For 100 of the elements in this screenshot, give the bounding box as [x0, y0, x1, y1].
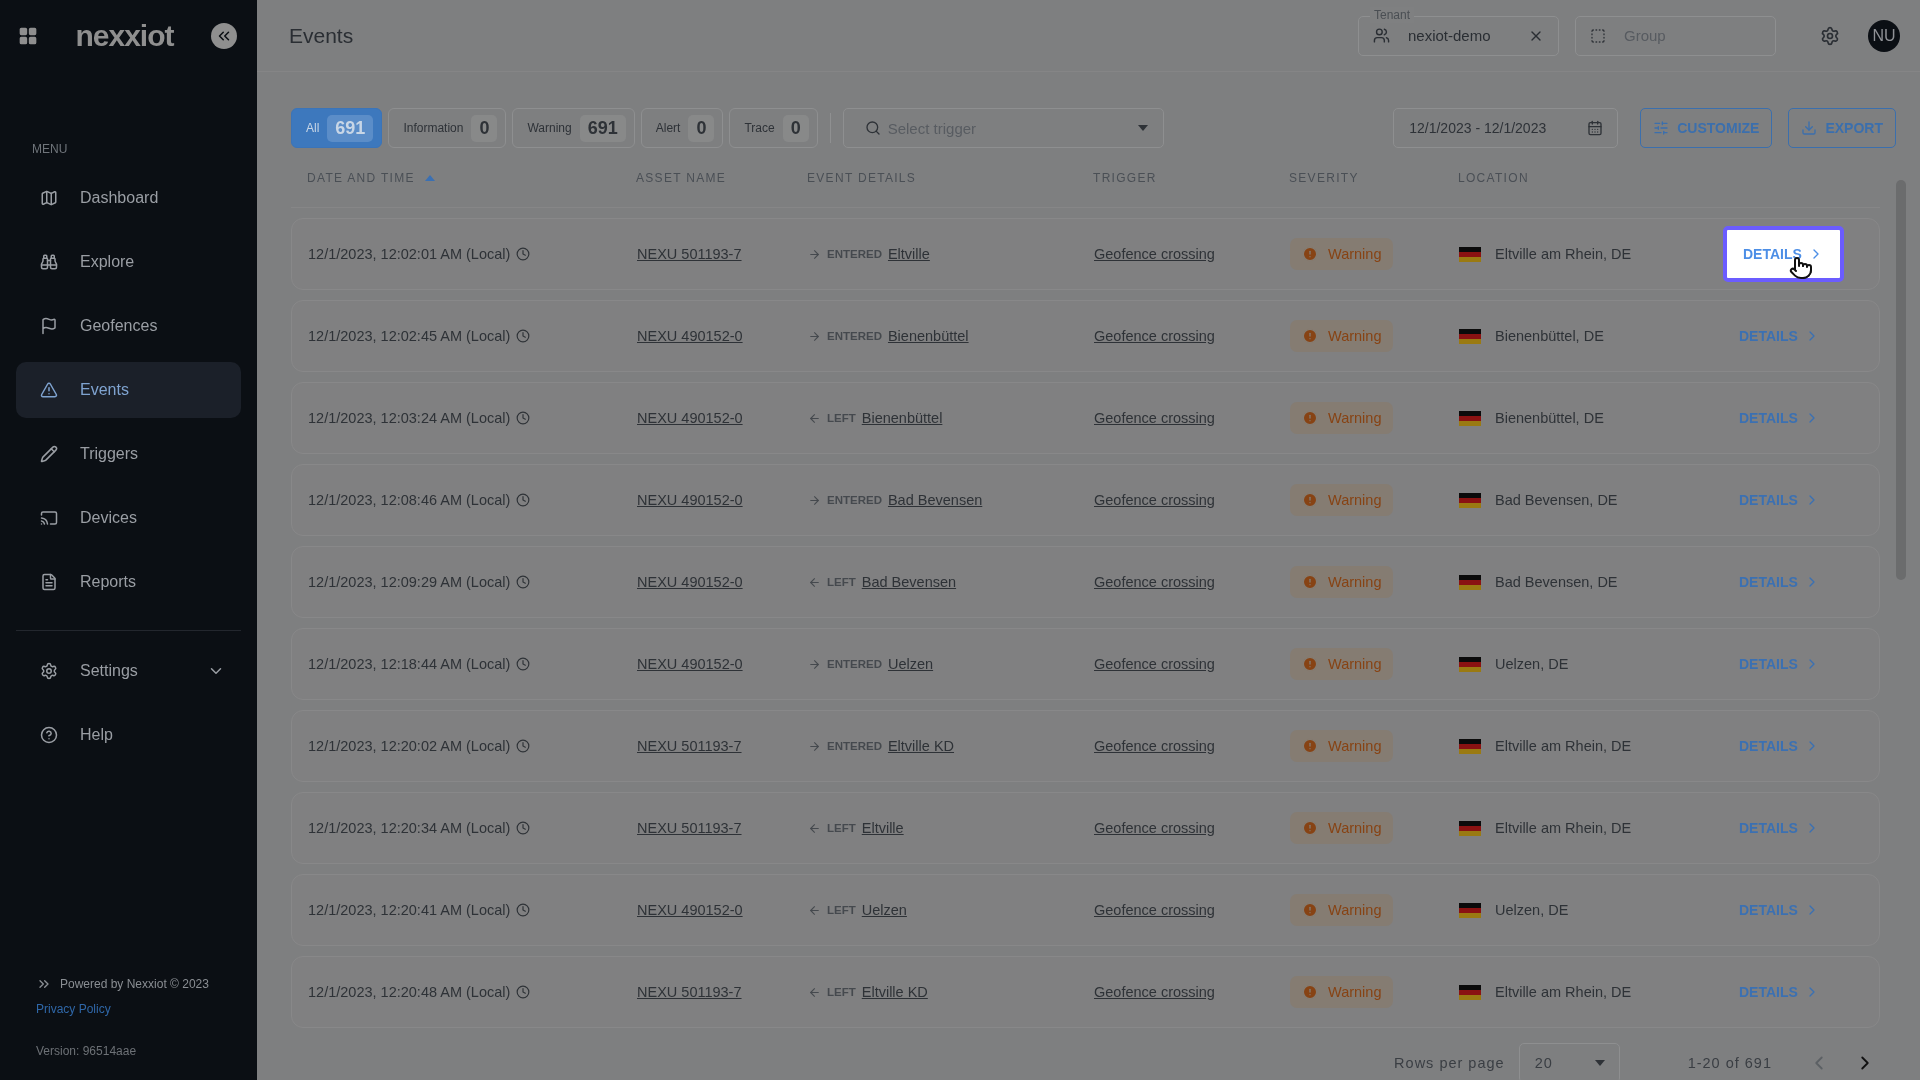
- trigger-link[interactable]: Geofence crossing: [1094, 246, 1215, 262]
- privacy-policy-link[interactable]: Privacy Policy: [36, 1002, 241, 1016]
- nav-item[interactable]: Geofences: [16, 298, 241, 354]
- details-button[interactable]: DETAILS: [1723, 226, 1844, 282]
- asset-link[interactable]: NEXU 501193-7: [637, 738, 742, 754]
- flag-icon: [1459, 738, 1481, 754]
- collapse-sidebar-button[interactable]: [211, 23, 237, 49]
- location-text: Bienenbüttel, DE: [1495, 328, 1604, 344]
- trigger-link[interactable]: Geofence crossing: [1094, 574, 1215, 590]
- nav-item[interactable]: Reports: [16, 554, 241, 610]
- asset-link[interactable]: NEXU 490152-0: [637, 656, 743, 672]
- search-icon: [864, 120, 881, 136]
- severity-badge: Warning: [1290, 894, 1394, 926]
- binoculars-icon: [40, 253, 58, 271]
- asset-link[interactable]: NEXU 490152-0: [637, 492, 743, 508]
- severity-badge: Warning: [1290, 238, 1394, 270]
- rows-per-page-label: Rows per page: [1394, 1055, 1505, 1071]
- download-icon: [1801, 120, 1818, 136]
- geofence-link[interactable]: Eltville KD: [887, 738, 955, 754]
- geofence-link[interactable]: Bienenbüttel: [887, 328, 969, 344]
- direction-label: LEFT: [827, 822, 856, 834]
- nav-item[interactable]: Triggers: [16, 426, 241, 482]
- settings-nav-item[interactable]: Settings: [16, 643, 241, 699]
- asset-link[interactable]: NEXU 490152-0: [637, 410, 743, 426]
- trigger-link[interactable]: Geofence crossing: [1094, 902, 1215, 918]
- asset-link[interactable]: NEXU 490152-0: [637, 328, 743, 344]
- flag-icon: [1459, 328, 1481, 344]
- asset-link[interactable]: NEXU 490152-0: [637, 574, 743, 590]
- geofence-link[interactable]: Eltville: [887, 246, 930, 262]
- flag-icon: [40, 317, 58, 335]
- nav-item[interactable]: Devices: [16, 490, 241, 546]
- direction-label: ENTERED: [827, 330, 882, 342]
- trigger-link[interactable]: Geofence crossing: [1094, 656, 1215, 672]
- trigger-link[interactable]: Geofence crossing: [1094, 820, 1215, 836]
- severity-badge: Warning: [1290, 320, 1394, 352]
- asset-link[interactable]: NEXU 501193-7: [637, 246, 742, 262]
- location-text: Eltville am Rhein, DE: [1495, 820, 1632, 836]
- user-avatar[interactable]: NU: [1868, 19, 1900, 52]
- geofence-link[interactable]: Eltville KD: [861, 984, 928, 1000]
- trigger-link[interactable]: Geofence crossing: [1094, 328, 1215, 344]
- filter-chip[interactable]: Alert 0: [640, 108, 724, 148]
- location-text: Bad Bevensen, DE: [1495, 574, 1618, 590]
- version-text: Version: 96514aae: [36, 1044, 138, 1058]
- geofence-link[interactable]: Bad Bevensen: [861, 574, 957, 590]
- geofence-link[interactable]: Bienenbüttel: [861, 410, 943, 426]
- direction-label: LEFT: [827, 904, 856, 916]
- direction-label: ENTERED: [827, 248, 882, 260]
- trigger-link[interactable]: Geofence crossing: [1094, 984, 1215, 1000]
- alert-icon: [1302, 492, 1318, 508]
- date-cell: 12/1/2023, 12:09:29 AM (Local): [308, 574, 637, 590]
- arrow-left-icon: [808, 411, 821, 425]
- trigger-link[interactable]: Geofence crossing: [1094, 738, 1215, 754]
- clock-icon: [516, 903, 531, 917]
- nav-item[interactable]: Events: [16, 362, 241, 418]
- geofence-link[interactable]: Uelzen: [887, 656, 934, 672]
- direction-label: LEFT: [827, 986, 856, 998]
- rows-per-page-select[interactable]: 20: [1518, 1043, 1620, 1080]
- nav-item[interactable]: Dashboard: [16, 170, 241, 226]
- trigger-link[interactable]: Geofence crossing: [1094, 410, 1215, 426]
- location-text: Eltville am Rhein, DE: [1495, 738, 1632, 754]
- filter-chip[interactable]: Information 0: [388, 108, 507, 148]
- asset-link[interactable]: NEXU 501193-7: [637, 820, 742, 836]
- clock-icon: [516, 493, 531, 507]
- settings-button[interactable]: [1820, 25, 1840, 46]
- settings-icon: [40, 662, 58, 680]
- trigger-link[interactable]: Geofence crossing: [1094, 492, 1215, 508]
- alert-icon: [1302, 738, 1318, 754]
- sort-ascending-icon: [424, 174, 435, 181]
- arrow-right-icon: [808, 739, 821, 753]
- clock-icon: [516, 329, 531, 343]
- arrow-right-icon: [808, 329, 821, 343]
- arrow-left-icon: [808, 575, 821, 589]
- geofence-link[interactable]: Eltville: [861, 820, 904, 836]
- cast-icon: [40, 509, 58, 527]
- group-icon: [1590, 27, 1606, 44]
- filter-chip[interactable]: Trace 0: [729, 108, 818, 148]
- filter-chip[interactable]: Warning 691: [512, 108, 635, 148]
- nav-item[interactable]: Explore: [16, 234, 241, 290]
- asset-link[interactable]: NEXU 501193-7: [637, 984, 742, 1000]
- clock-icon: [516, 247, 531, 261]
- alert-icon: [1302, 820, 1318, 836]
- alert-icon: [1302, 902, 1318, 918]
- clock-icon: [516, 821, 531, 835]
- location-text: Bad Bevensen, DE: [1495, 492, 1618, 508]
- map-icon: [40, 189, 58, 207]
- asset-link[interactable]: NEXU 490152-0: [637, 902, 743, 918]
- nav-item[interactable]: Help: [16, 707, 241, 763]
- apps-menu-button[interactable]: [18, 26, 38, 46]
- flag-icon: [1459, 492, 1481, 508]
- clock-icon: [516, 985, 531, 999]
- geofence-link[interactable]: Uelzen: [861, 902, 907, 918]
- severity-badge: Warning: [1290, 484, 1394, 516]
- geofence-link[interactable]: Bad Bevensen: [887, 492, 983, 508]
- flag-icon: [1459, 902, 1481, 918]
- filter-chip[interactable]: All 691: [291, 108, 383, 148]
- direction-label: LEFT: [827, 576, 856, 588]
- clock-icon: [516, 739, 531, 753]
- arrow-left-icon: [808, 903, 821, 917]
- date-range-field[interactable]: 12/1/2023 - 12/1/2023: [1393, 108, 1619, 148]
- date-cell: 12/1/2023, 12:20:34 AM (Local): [308, 820, 637, 836]
